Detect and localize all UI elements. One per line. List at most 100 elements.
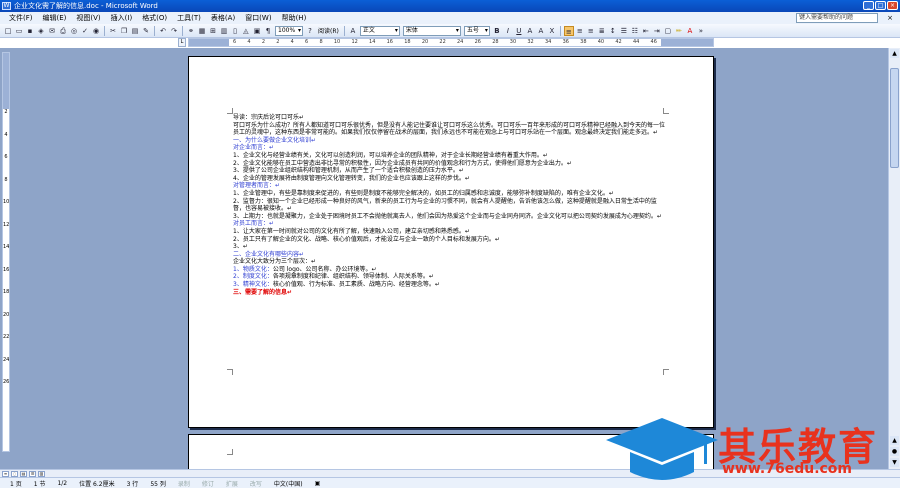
outline-view-icon[interactable]: ☰: [29, 470, 36, 477]
document-paragraph[interactable]: 1、企业管理中，有些是靠制度来促进的，有些则是制度不能够完全解决的，如员工的归属…: [233, 190, 665, 198]
research-icon[interactable]: ◉: [91, 26, 101, 36]
document-paragraph[interactable]: 3、↵: [233, 243, 665, 251]
columns-icon[interactable]: ▯: [230, 26, 240, 36]
document-paragraph[interactable]: 4、企业的管理发展将由制度管理向文化管理转变，我们的企业也应该跟上这样的步伐。↵: [233, 175, 665, 183]
character-border-icon[interactable]: A: [525, 26, 535, 36]
document-paragraph[interactable]: 可口可乐为什么成功？所有人都知道可口可乐很优秀，但是没有人能记住要谁让可口可乐这…: [233, 122, 665, 137]
horizontal-ruler[interactable]: 6 4 2 2 4 6 8 10 12 14 16 18 20 22 24 26 28 30 32 34 36 38 40 4…: [188, 38, 714, 47]
document-paragraph[interactable]: 3、提供了公司企业组织结构和管理机制，从而产生了一个适合积极创造的压力水平。↵: [233, 167, 665, 175]
new-document-icon[interactable]: □: [3, 26, 13, 36]
spelling-icon[interactable]: ✓: [80, 26, 90, 36]
align-right-icon[interactable]: ≡: [586, 26, 596, 36]
reading-view-icon[interactable]: ▥: [38, 470, 45, 477]
insert-table-icon[interactable]: ⊞: [208, 26, 218, 36]
increase-indent-icon[interactable]: ⇥: [652, 26, 662, 36]
document-paragraph[interactable]: 1、企业文化与经营业绩有关，文化可以创造利润，可以培养企业的团队精神，对于企业长…: [233, 152, 665, 160]
vertical-scrollbar[interactable]: ▲ ▲ ● ▼: [888, 48, 900, 469]
minimize-button[interactable]: _: [863, 1, 874, 10]
document-paragraph[interactable]: 一、为什么要做企业文化培训↵: [233, 137, 665, 145]
menu-view[interactable]: 视图(V): [71, 13, 105, 23]
menu-file[interactable]: 文件(F): [4, 13, 38, 23]
document-paragraph[interactable]: 1、让大家在第一时间就对公司的文化有所了解，快速融入公司，建立亲切感和熟悉感。↵: [233, 228, 665, 236]
read-button[interactable]: 阅读(R): [316, 26, 341, 35]
decrease-indent-icon[interactable]: ⇤: [641, 26, 651, 36]
tables-borders-icon[interactable]: ▦: [197, 26, 207, 36]
insert-excel-icon[interactable]: ▥: [219, 26, 229, 36]
styles-formatting-icon[interactable]: A: [348, 26, 358, 36]
font-size-select[interactable]: 五号: [463, 25, 490, 36]
document-page[interactable]: 导读：宗庆后论可口可乐↵ 可口可乐为什么成功？所有人都知道可口可乐很优秀，但是没有…: [188, 56, 714, 428]
print-preview-icon[interactable]: ◎: [69, 26, 79, 36]
undo-icon[interactable]: ↶: [158, 26, 168, 36]
menu-help[interactable]: 帮助(H): [277, 13, 312, 23]
hyperlink-icon[interactable]: ⚭: [186, 26, 196, 36]
style-select[interactable]: 正文: [359, 25, 400, 36]
mail-icon[interactable]: ✉: [47, 26, 57, 36]
word-icon[interactable]: W: [2, 2, 11, 10]
help-search-input[interactable]: 键入需要帮助的问题: [796, 13, 878, 23]
format-painter-icon[interactable]: ✎: [141, 26, 151, 36]
scroll-thumb[interactable]: [890, 68, 899, 168]
help-icon[interactable]: ?: [305, 26, 315, 36]
menu-window[interactable]: 窗口(W): [240, 13, 276, 23]
drawing-icon[interactable]: ◬: [241, 26, 251, 36]
normal-view-icon[interactable]: ≡: [2, 470, 9, 477]
document-paragraph[interactable]: 对员工而言：↵: [233, 220, 665, 228]
status-extend[interactable]: 扩展: [220, 479, 244, 488]
document-paragraph[interactable]: 2、制度文化：各项规章制度和纪律、组织结构、领导体制、人际关系等。↵: [233, 273, 665, 281]
print-view-icon[interactable]: ▤: [20, 470, 27, 477]
scroll-up-icon[interactable]: ▲: [890, 49, 899, 58]
show-hide-icon[interactable]: ¶: [263, 26, 273, 36]
bullets-icon[interactable]: ☷: [630, 26, 640, 36]
status-language[interactable]: 中文(中国): [268, 479, 309, 488]
paste-icon[interactable]: ▤: [130, 26, 140, 36]
permission-icon[interactable]: ◈: [36, 26, 46, 36]
bold-button[interactable]: B: [492, 26, 502, 36]
border-icon[interactable]: ▢: [663, 26, 673, 36]
close-button[interactable]: ×: [887, 1, 898, 10]
document-body[interactable]: 导读：宗庆后论可口可乐↵ 可口可乐为什么成功？所有人都知道可口可乐很优秀，但是没有…: [233, 114, 665, 296]
redo-icon[interactable]: ↷: [169, 26, 179, 36]
character-shading-icon[interactable]: A: [536, 26, 546, 36]
document-paragraph[interactable]: 2、监督力：很知一个企业已经形成一种良好的风气，新来的员工行为与企业的习惯不同，…: [233, 198, 665, 213]
status-track[interactable]: 修订: [196, 479, 220, 488]
document-paragraph[interactable]: 导读：宗庆后论可口可乐↵: [233, 114, 665, 122]
open-folder-icon[interactable]: ▭: [14, 26, 24, 36]
line-spacing-icon[interactable]: ↕: [608, 26, 618, 36]
document-paragraph[interactable]: 3、精神文化：核心价值观、行为标准、员工素质、战略方向、经营理念等。↵: [233, 281, 665, 289]
spelling-status-icon[interactable]: ▣: [309, 480, 327, 487]
menu-tools[interactable]: 工具(T): [172, 13, 206, 23]
web-view-icon[interactable]: ◌: [11, 470, 18, 477]
document-paragraph[interactable]: 企业文化大致分为三个层次：↵: [233, 258, 665, 266]
document-paragraph[interactable]: 对企业而言：↵: [233, 144, 665, 152]
menu-insert[interactable]: 插入(I): [106, 13, 138, 23]
vertical-ruler[interactable]: 2 4 6 8 10 12 14 16 18 20 22 24 26: [2, 52, 10, 452]
status-record[interactable]: 录制: [172, 479, 196, 488]
document-paragraph[interactable]: 2、员工只有了解企业的文化、战略、核心价值观后，才能设立与企业一致的个人目标和发…: [233, 236, 665, 244]
copy-icon[interactable]: ❐: [119, 26, 129, 36]
menu-format[interactable]: 格式(O): [137, 13, 172, 23]
underline-button[interactable]: U: [514, 26, 524, 36]
save-icon[interactable]: ▪: [25, 26, 35, 36]
document-paragraph[interactable]: 对管理者而言：↵: [233, 182, 665, 190]
print-icon[interactable]: ⎙: [58, 26, 68, 36]
more-icon[interactable]: »: [696, 26, 706, 36]
align-justify-icon[interactable]: ≡: [563, 25, 574, 36]
menu-edit[interactable]: 编辑(E): [38, 13, 72, 23]
align-center-icon[interactable]: ≡: [575, 26, 585, 36]
document-map-icon[interactable]: ▣: [252, 26, 262, 36]
status-overtype[interactable]: 改写: [244, 479, 268, 488]
document-paragraph[interactable]: 三、需要了解的信息↵: [233, 289, 665, 297]
zoom-select[interactable]: 100%: [275, 25, 303, 36]
distributed-icon[interactable]: ≣: [597, 26, 607, 36]
highlight-icon[interactable]: ✏: [674, 26, 684, 36]
cut-icon[interactable]: ✂: [108, 26, 118, 36]
document-close-button[interactable]: ×: [884, 13, 896, 23]
document-paragraph[interactable]: 3、上期力：也就是凝聚力，企业处于困境时员工不会抛他就离去人，他们会因为热爱这个…: [233, 213, 665, 221]
character-scale-icon[interactable]: X: [547, 26, 557, 36]
font-select[interactable]: 宋体: [402, 25, 461, 36]
italic-button[interactable]: I: [503, 26, 513, 36]
tab-selector[interactable]: L: [178, 38, 186, 47]
numbering-icon[interactable]: ☰: [619, 26, 629, 36]
maximize-button[interactable]: □: [875, 1, 886, 10]
